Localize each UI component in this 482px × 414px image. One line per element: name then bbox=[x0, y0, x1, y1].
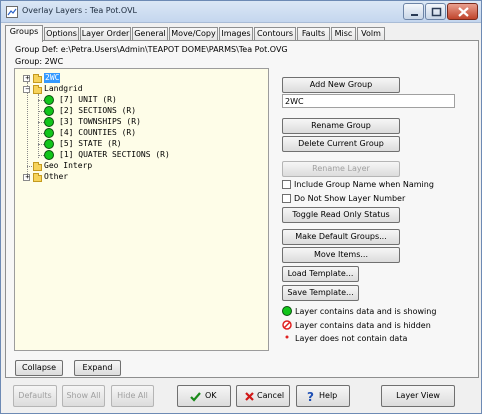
legend-showing-label: Layer contains data and is showing bbox=[295, 307, 437, 316]
rename-group-button[interactable]: Rename Group bbox=[282, 118, 400, 134]
layer-showing-icon[interactable] bbox=[44, 95, 54, 105]
window-title: Overlay Layers : Tea Pot.OVL bbox=[22, 6, 137, 15]
tab-general[interactable]: General bbox=[132, 27, 168, 41]
minimize-button[interactable] bbox=[403, 3, 424, 20]
app-icon bbox=[6, 6, 18, 18]
show-all-button[interactable]: Show All bbox=[62, 385, 105, 407]
close-button[interactable] bbox=[447, 3, 478, 20]
tab-strip: Groups Options Layer Order General Move/… bbox=[5, 25, 481, 42]
tree-node-label: 2WC bbox=[44, 73, 61, 83]
layer-label: [4] COUNTIES (R) bbox=[59, 128, 137, 137]
group-name-input[interactable] bbox=[282, 94, 455, 108]
collapse-icon[interactable]: − bbox=[23, 85, 30, 93]
tab-move-copy[interactable]: Move/Copy bbox=[169, 27, 218, 41]
group-def-label: Group Def: e:\Petra.Users\Admin\TEAPOT D… bbox=[15, 45, 288, 54]
checkmark-icon bbox=[190, 392, 201, 402]
tab-faults[interactable]: Faults bbox=[297, 27, 330, 41]
tree-layer-quater-sections[interactable]: [1] QUATER SECTIONS (R) bbox=[15, 150, 255, 161]
svg-text:?: ? bbox=[307, 390, 314, 403]
expand-icon[interactable]: + bbox=[23, 74, 30, 82]
tree-layer-sections[interactable]: [2] SECTIONS (R) bbox=[15, 106, 255, 117]
folder-icon bbox=[33, 85, 42, 94]
folder-icon bbox=[33, 162, 42, 171]
no-data-dot-icon bbox=[285, 335, 289, 339]
folder-icon bbox=[33, 74, 42, 83]
layer-group-tree[interactable]: + 2WC − Landgrid [7] UNIT (R) [2] SECTIO… bbox=[14, 68, 269, 351]
tab-contours[interactable]: Contours bbox=[254, 27, 296, 41]
tree-layer-counties[interactable]: [4] COUNTIES (R) bbox=[15, 128, 255, 139]
legend-hidden-label: Layer contains data and is hidden bbox=[295, 321, 431, 330]
tree-node-label: Landgrid bbox=[44, 84, 83, 93]
collapse-button[interactable]: Collapse bbox=[15, 360, 63, 376]
tab-groups[interactable]: Groups bbox=[5, 25, 43, 42]
help-label: Help bbox=[319, 391, 338, 400]
x-icon bbox=[245, 392, 254, 401]
maximize-button[interactable] bbox=[425, 3, 446, 20]
overlay-layers-window: Overlay Layers : Tea Pot.OVL Groups Opti… bbox=[0, 0, 482, 414]
save-template-button[interactable]: Save Template... bbox=[282, 285, 359, 301]
do-not-show-layer-number-label: Do Not Show Layer Number bbox=[294, 194, 406, 203]
maximize-icon bbox=[431, 7, 442, 17]
layer-view-button[interactable]: Layer View bbox=[381, 385, 455, 407]
load-template-button[interactable]: Load Template... bbox=[282, 266, 359, 282]
expand-button[interactable]: Expand bbox=[74, 360, 121, 376]
tree-layer-unit[interactable]: [7] UNIT (R) bbox=[15, 95, 255, 106]
hidden-icon bbox=[282, 320, 292, 330]
layer-showing-icon[interactable] bbox=[44, 128, 54, 138]
layer-showing-icon[interactable] bbox=[44, 117, 54, 127]
tree-layer-state[interactable]: [5] STATE (R) bbox=[15, 139, 255, 150]
layer-label: [1] QUATER SECTIONS (R) bbox=[59, 150, 170, 159]
tab-options[interactable]: Options bbox=[44, 27, 79, 41]
defaults-button[interactable]: Defaults bbox=[13, 385, 57, 407]
include-group-name-checkbox[interactable] bbox=[282, 180, 291, 189]
tab-images[interactable]: Images bbox=[219, 27, 253, 41]
include-group-name-label: Include Group Name when Naming bbox=[294, 180, 434, 189]
move-items-button[interactable]: Move Items... bbox=[282, 247, 400, 263]
tree-node-other[interactable]: + Other bbox=[15, 172, 135, 183]
cancel-label: Cancel bbox=[257, 391, 285, 400]
make-default-groups-button[interactable]: Make Default Groups... bbox=[282, 229, 400, 245]
layer-label: [2] SECTIONS (R) bbox=[59, 106, 137, 115]
layer-showing-icon[interactable] bbox=[44, 106, 54, 116]
layer-label: [7] UNIT (R) bbox=[59, 95, 117, 104]
question-mark-icon: ? bbox=[307, 390, 314, 403]
help-button[interactable]: ? Help bbox=[296, 385, 350, 407]
ok-button[interactable]: OK bbox=[177, 385, 231, 407]
cancel-button[interactable]: Cancel bbox=[236, 385, 290, 407]
ok-label: OK bbox=[205, 391, 217, 400]
tree-node-label: Other bbox=[44, 172, 69, 181]
layer-showing-icon[interactable] bbox=[44, 139, 54, 149]
tab-layer-order[interactable]: Layer Order bbox=[80, 27, 131, 41]
layer-showing-icon[interactable] bbox=[44, 150, 54, 160]
folder-icon bbox=[33, 173, 42, 182]
tab-volm[interactable]: Volm bbox=[357, 27, 385, 41]
add-new-group-button[interactable]: Add New Group bbox=[282, 77, 400, 93]
hide-all-button[interactable]: Hide All bbox=[111, 385, 154, 407]
legend-showing-icon bbox=[282, 306, 292, 316]
delete-current-group-button[interactable]: Delete Current Group bbox=[282, 136, 400, 152]
current-group-label: Group: 2WC bbox=[15, 57, 64, 66]
minimize-icon bbox=[411, 14, 418, 16]
do-not-show-layer-number-checkbox[interactable] bbox=[282, 194, 291, 203]
layer-label: [5] STATE (R) bbox=[59, 139, 122, 148]
tree-layer-townships[interactable]: [3] TOWNSHIPS (R) bbox=[15, 117, 255, 128]
expand-icon[interactable]: + bbox=[23, 173, 30, 181]
tree-node-2wc[interactable]: + 2WC bbox=[15, 73, 135, 84]
tree-node-landgrid[interactable]: − Landgrid bbox=[15, 84, 135, 95]
layer-label: [3] TOWNSHIPS (R) bbox=[59, 117, 141, 126]
tab-misc[interactable]: Misc bbox=[331, 27, 356, 41]
legend-no-data-label: Layer does not contain data bbox=[295, 334, 408, 343]
title-bar: Overlay Layers : Tea Pot.OVL bbox=[1, 1, 481, 23]
tree-node-label: Geo Interp bbox=[44, 161, 93, 170]
close-icon bbox=[458, 7, 469, 17]
rename-layer-button[interactable]: Rename Layer bbox=[282, 161, 400, 177]
tree-node-geo-interp[interactable]: Geo Interp bbox=[15, 161, 135, 172]
toggle-read-only-button[interactable]: Toggle Read Only Status bbox=[282, 207, 400, 223]
